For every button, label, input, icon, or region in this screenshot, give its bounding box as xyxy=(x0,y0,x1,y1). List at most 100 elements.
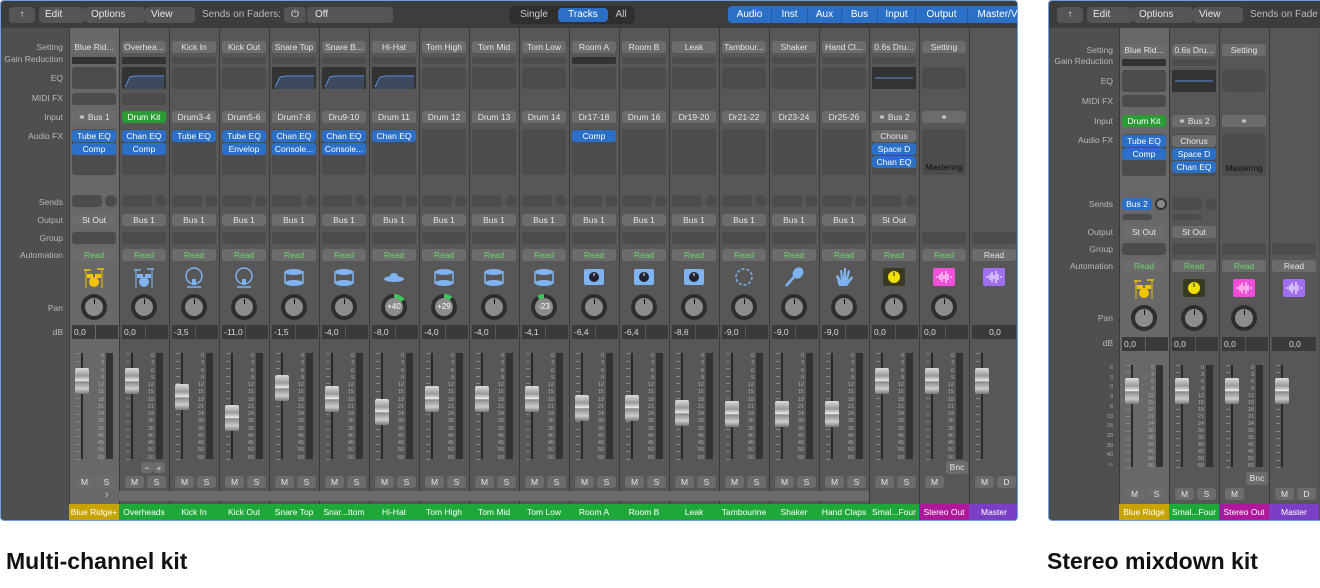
send-slot[interactable] xyxy=(872,195,902,207)
input-button[interactable]: ⚭ Bus 2 xyxy=(872,111,916,123)
pan-knob[interactable] xyxy=(581,294,607,320)
mute-button[interactable]: M xyxy=(125,476,144,488)
automation-mode-button[interactable]: Read xyxy=(622,249,666,261)
track-name[interactable]: Kick Out xyxy=(219,504,269,520)
audio-fx-plugin[interactable]: Chorus xyxy=(1172,135,1216,147)
volume-readout[interactable]: -3,5 xyxy=(172,325,195,339)
volume-readout[interactable]: 0,0 xyxy=(1222,337,1245,351)
group-slot[interactable] xyxy=(522,232,566,244)
setting-button[interactable]: Room A xyxy=(572,41,616,53)
volume-fader[interactable] xyxy=(775,401,789,427)
output-button[interactable]: Bus 1 xyxy=(122,214,166,226)
eq-thumbnail[interactable] xyxy=(322,67,366,89)
volume-readout[interactable]: -9,0 xyxy=(772,325,795,339)
track-name[interactable]: Master xyxy=(969,504,1017,520)
track-name[interactable]: Smal...Four xyxy=(1169,504,1219,520)
volume-fader[interactable] xyxy=(225,405,239,431)
group-slot[interactable] xyxy=(922,232,966,244)
aux-knob-icon[interactable] xyxy=(883,266,905,288)
input-button[interactable]: Drum5-6 xyxy=(222,111,266,123)
automation-mode-button[interactable]: Read xyxy=(822,249,866,261)
mute-button[interactable]: M xyxy=(1275,488,1294,500)
volume-readout[interactable]: -8,0 xyxy=(372,325,395,339)
output-button[interactable]: St Out xyxy=(1122,226,1166,238)
volume-readout[interactable]: 0,0 xyxy=(872,325,895,339)
send-slot[interactable] xyxy=(272,195,302,207)
send-slot[interactable] xyxy=(672,195,702,207)
remove-channel-button[interactable]: − xyxy=(141,462,153,473)
eq-thumbnail[interactable] xyxy=(1222,70,1266,92)
group-slot[interactable] xyxy=(622,232,666,244)
track-name[interactable]: Snar...ttom xyxy=(319,504,369,520)
send-level-knob[interactable] xyxy=(605,195,617,207)
volume-fader[interactable] xyxy=(425,386,439,412)
output-button[interactable]: Bus 1 xyxy=(672,214,716,226)
eq-thumbnail[interactable] xyxy=(222,67,266,89)
setting-button[interactable]: Tambour... xyxy=(722,41,766,53)
track-name[interactable]: Overheads xyxy=(119,504,169,520)
volume-readout[interactable]: -11,0 xyxy=(222,325,245,339)
audio-fx-plugin[interactable]: Tube EQ xyxy=(72,130,116,142)
group-slot[interactable] xyxy=(972,232,1016,244)
send-level-knob[interactable] xyxy=(255,195,267,207)
edit-menu[interactable]: Edit xyxy=(39,7,85,23)
pan-knob[interactable]: -23 xyxy=(531,294,557,320)
audio-fx-plugin[interactable]: Chan EQ xyxy=(1172,161,1216,173)
eq-thumbnail[interactable] xyxy=(772,67,816,89)
input-button[interactable]: Drum7-8 xyxy=(272,111,316,123)
solo-button[interactable]: S xyxy=(1197,488,1216,500)
scroll-arrow[interactable]: › xyxy=(105,489,115,501)
input-button[interactable]: Drum 13 xyxy=(472,111,516,123)
solo-button[interactable]: S xyxy=(247,476,266,488)
audio-fx-plugin[interactable]: Chan EQ xyxy=(372,130,416,142)
setting-button[interactable]: Kick Out xyxy=(222,41,266,53)
pan-knob[interactable] xyxy=(881,294,907,320)
view-menu[interactable]: View xyxy=(1193,7,1243,23)
audio-fx-slots[interactable] xyxy=(522,129,566,175)
hi-hat-icon[interactable] xyxy=(383,266,405,288)
drum-kit-icon[interactable] xyxy=(133,266,155,288)
solo-button[interactable]: S xyxy=(197,476,216,488)
automation-mode-button[interactable]: Read xyxy=(1222,260,1266,272)
eq-thumbnail[interactable] xyxy=(172,67,216,89)
automation-mode-button[interactable]: Read xyxy=(672,249,716,261)
filter-inst[interactable]: Inst xyxy=(772,6,808,23)
input-button[interactable]: ⚭ xyxy=(1222,115,1266,127)
send-slot[interactable] xyxy=(122,195,152,207)
master-waveform-icon[interactable] xyxy=(1283,277,1305,299)
setting-button[interactable]: Shaker xyxy=(772,41,816,53)
input-button[interactable]: Dr25-26 xyxy=(822,111,866,123)
setting-button[interactable]: Tom Mid xyxy=(472,41,516,53)
send-level-knob[interactable] xyxy=(155,195,167,207)
group-slot[interactable] xyxy=(472,232,516,244)
automation-mode-button[interactable]: Read xyxy=(722,249,766,261)
input-button[interactable]: Drum 12 xyxy=(422,111,466,123)
setting-button[interactable]: 0.6s Dru... xyxy=(872,41,916,53)
automation-mode-button[interactable]: Read xyxy=(572,249,616,261)
send-slot[interactable] xyxy=(222,195,252,207)
audio-fx-plugin[interactable]: Console... xyxy=(322,143,366,155)
volume-fader[interactable] xyxy=(925,368,939,394)
solo-button[interactable]: S xyxy=(747,476,766,488)
solo-button[interactable]: S xyxy=(397,476,416,488)
setting-button[interactable]: Tom Low xyxy=(522,41,566,53)
send-slot[interactable] xyxy=(472,195,502,207)
volume-readout[interactable]: 0,0 xyxy=(1172,337,1195,351)
volume-fader[interactable] xyxy=(875,368,889,394)
master-waveform-icon[interactable] xyxy=(983,266,1005,288)
automation-mode-button[interactable]: Read xyxy=(922,249,966,261)
audio-fx-plugin[interactable]: Comp xyxy=(572,130,616,142)
volume-readout[interactable]: -9,0 xyxy=(822,325,845,339)
volume-readout[interactable]: -4,0 xyxy=(422,325,445,339)
send-level-knob[interactable] xyxy=(905,195,917,207)
output-button[interactable]: Bus 1 xyxy=(622,214,666,226)
mode-tracks[interactable]: Tracks xyxy=(558,8,608,22)
group-slot[interactable] xyxy=(872,232,916,244)
send-slot[interactable]: Bus 2 xyxy=(1122,198,1152,210)
track-name[interactable]: Hand Claps xyxy=(819,504,869,520)
solo-button[interactable]: S xyxy=(447,476,466,488)
setting-button[interactable]: Snare B... xyxy=(322,41,366,53)
eq-thumbnail[interactable] xyxy=(572,67,616,89)
pan-knob[interactable] xyxy=(481,294,507,320)
shaker-icon[interactable] xyxy=(783,266,805,288)
